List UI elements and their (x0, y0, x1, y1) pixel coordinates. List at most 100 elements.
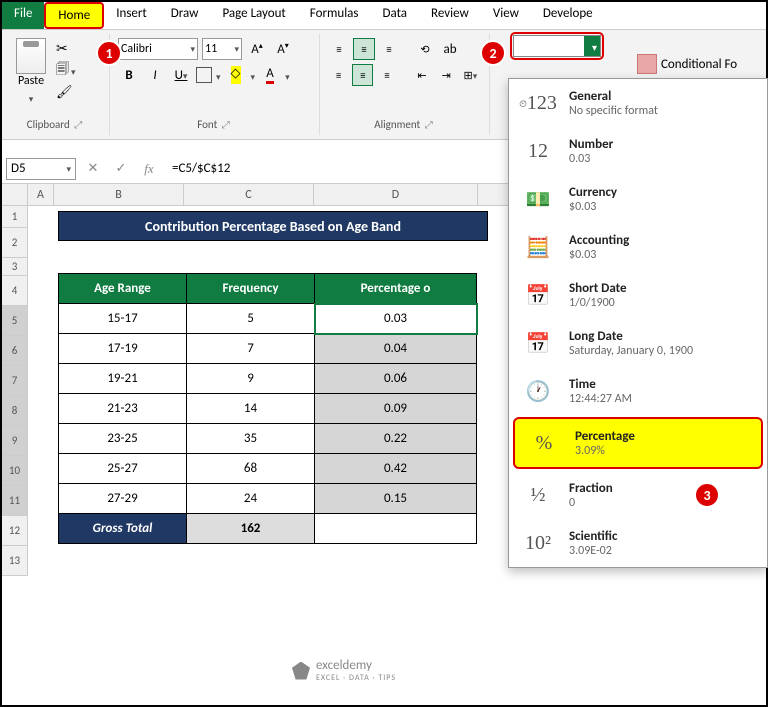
row-header[interactable]: 9 (2, 426, 28, 456)
wrap-text-button[interactable]: ab (439, 38, 461, 60)
row-header[interactable]: 5 (2, 306, 28, 336)
format-currency[interactable]: 💵Currency$0.03 (509, 175, 767, 223)
align-bottom-button[interactable] (378, 38, 400, 60)
row-header[interactable]: 11 (2, 486, 28, 516)
tab-formulas[interactable]: Formulas (298, 2, 371, 29)
row-header[interactable]: 3 (2, 258, 28, 276)
row-header[interactable]: 6 (2, 336, 28, 366)
font-name-select[interactable]: Calibri (118, 38, 198, 60)
active-cell[interactable]: 0.03 (315, 304, 477, 334)
fill-color-button[interactable]: ◇ (225, 64, 247, 86)
format-long-date[interactable]: 📅Long DateSaturday, January 0, 1900 (509, 319, 767, 367)
row-header[interactable]: 12 (2, 516, 28, 546)
tab-review[interactable]: Review (419, 2, 481, 29)
cancel-formula-button[interactable]: ✕ (82, 161, 104, 176)
underline-button[interactable]: U (170, 64, 192, 86)
fx-button[interactable]: fx (138, 161, 160, 177)
total-row: Gross Total162 (59, 514, 477, 544)
format-scientific[interactable]: 10²Scientific3.09E-02 (509, 519, 767, 567)
format-painter-button[interactable] (56, 85, 76, 100)
cell[interactable]: 17-19 (59, 334, 187, 364)
total-label[interactable]: Gross Total (59, 514, 187, 544)
accept-formula-button[interactable]: ✓ (110, 161, 132, 176)
cell[interactable]: 0.15 (315, 484, 477, 514)
col-header-a[interactable]: A (28, 184, 54, 205)
increase-indent-button[interactable]: ⇥ (436, 64, 457, 86)
cell[interactable]: 7 (187, 334, 315, 364)
col-header-b[interactable]: B (54, 184, 184, 205)
format-time[interactable]: 🕐Time12:44:27 AM (509, 367, 767, 415)
tab-data[interactable]: Data (371, 2, 420, 29)
align-middle-button[interactable] (353, 38, 375, 60)
format-short-date[interactable]: 📅Short Date1/0/1900 (509, 271, 767, 319)
cell[interactable]: 19-21 (59, 364, 187, 394)
format-percentage[interactable]: %Percentage3.09% (513, 417, 763, 469)
cell[interactable]: 68 (187, 454, 315, 484)
cell[interactable]: 9 (187, 364, 315, 394)
borders-button[interactable] (196, 67, 212, 83)
row-header[interactable]: 1 (2, 206, 28, 228)
conditional-formatting-button[interactable]: Conditional Fo (637, 54, 737, 74)
dialog-launcher-icon[interactable]: ⤢ (423, 118, 435, 131)
row-header[interactable]: 10 (2, 456, 28, 486)
format-number[interactable]: 12Number0.03 (509, 127, 767, 175)
align-right-button[interactable] (376, 64, 397, 86)
row-header[interactable]: 7 (2, 366, 28, 396)
format-fraction[interactable]: ½Fraction0 (509, 471, 767, 519)
tab-view[interactable]: View (481, 2, 531, 29)
cell[interactable]: 0.22 (315, 424, 477, 454)
cell[interactable]: 0.06 (315, 364, 477, 394)
font-color-button[interactable]: A (259, 64, 281, 86)
increase-font-button[interactable]: A (246, 38, 268, 60)
cell[interactable]: 35 (187, 424, 315, 454)
name-box[interactable]: D5 (6, 158, 76, 180)
tab-page-layout[interactable]: Page Layout (210, 2, 297, 29)
align-center-button[interactable] (352, 64, 373, 86)
merge-button[interactable]: ⊞ (460, 64, 481, 86)
col-header-d[interactable]: D (314, 184, 478, 205)
th-percentage[interactable]: Percentage o (315, 274, 477, 304)
format-accounting[interactable]: 🧮Accounting $0.03 (509, 223, 767, 271)
italic-button[interactable]: I (144, 64, 166, 86)
select-all-corner[interactable] (2, 184, 28, 205)
cell[interactable]: 0.09 (315, 394, 477, 424)
paste-button[interactable]: Paste (8, 36, 54, 109)
dialog-launcher-icon[interactable]: ⤢ (72, 118, 84, 131)
align-top-button[interactable] (328, 38, 350, 60)
format-general[interactable]: ⏲123GeneralNo specific format (509, 79, 767, 127)
total-value[interactable]: 162 (187, 514, 315, 544)
bold-button[interactable]: B (118, 64, 140, 86)
dialog-launcher-icon[interactable]: ⤢ (220, 118, 232, 131)
tab-file[interactable]: File (2, 2, 44, 29)
font-size-select[interactable]: 11 (202, 38, 242, 60)
decrease-font-button[interactable]: A (272, 38, 294, 60)
row-header[interactable]: 2 (2, 228, 28, 258)
cell[interactable]: 27-29 (59, 484, 187, 514)
cell[interactable]: 25-27 (59, 454, 187, 484)
cell[interactable] (315, 514, 477, 544)
cell[interactable]: 23-25 (59, 424, 187, 454)
copy-button[interactable] (56, 60, 76, 82)
col-header-c[interactable]: C (184, 184, 314, 205)
tab-home[interactable]: Home (44, 2, 104, 29)
tab-draw[interactable]: Draw (159, 2, 211, 29)
cell[interactable]: 5 (187, 304, 315, 334)
tab-developer[interactable]: Develope (531, 2, 605, 29)
row-header[interactable]: 13 (2, 546, 28, 576)
row-header[interactable]: 4 (2, 276, 28, 306)
align-left-button[interactable] (328, 64, 349, 86)
cell[interactable]: 0.42 (315, 454, 477, 484)
th-frequency[interactable]: Frequency (187, 274, 315, 304)
number-format-select[interactable]: ▾ (513, 35, 601, 57)
tab-insert[interactable]: Insert (104, 2, 159, 29)
cell[interactable]: 21-23 (59, 394, 187, 424)
decrease-indent-button[interactable]: ⇤ (411, 64, 432, 86)
orientation-button[interactable]: ⟲ (414, 38, 436, 60)
cell[interactable]: 15-17 (59, 304, 187, 334)
cell[interactable]: 0.04 (315, 334, 477, 364)
cut-button[interactable] (56, 40, 76, 57)
cell[interactable]: 14 (187, 394, 315, 424)
row-header[interactable]: 8 (2, 396, 28, 426)
th-age-range[interactable]: Age Range (59, 274, 187, 304)
cell[interactable]: 24 (187, 484, 315, 514)
